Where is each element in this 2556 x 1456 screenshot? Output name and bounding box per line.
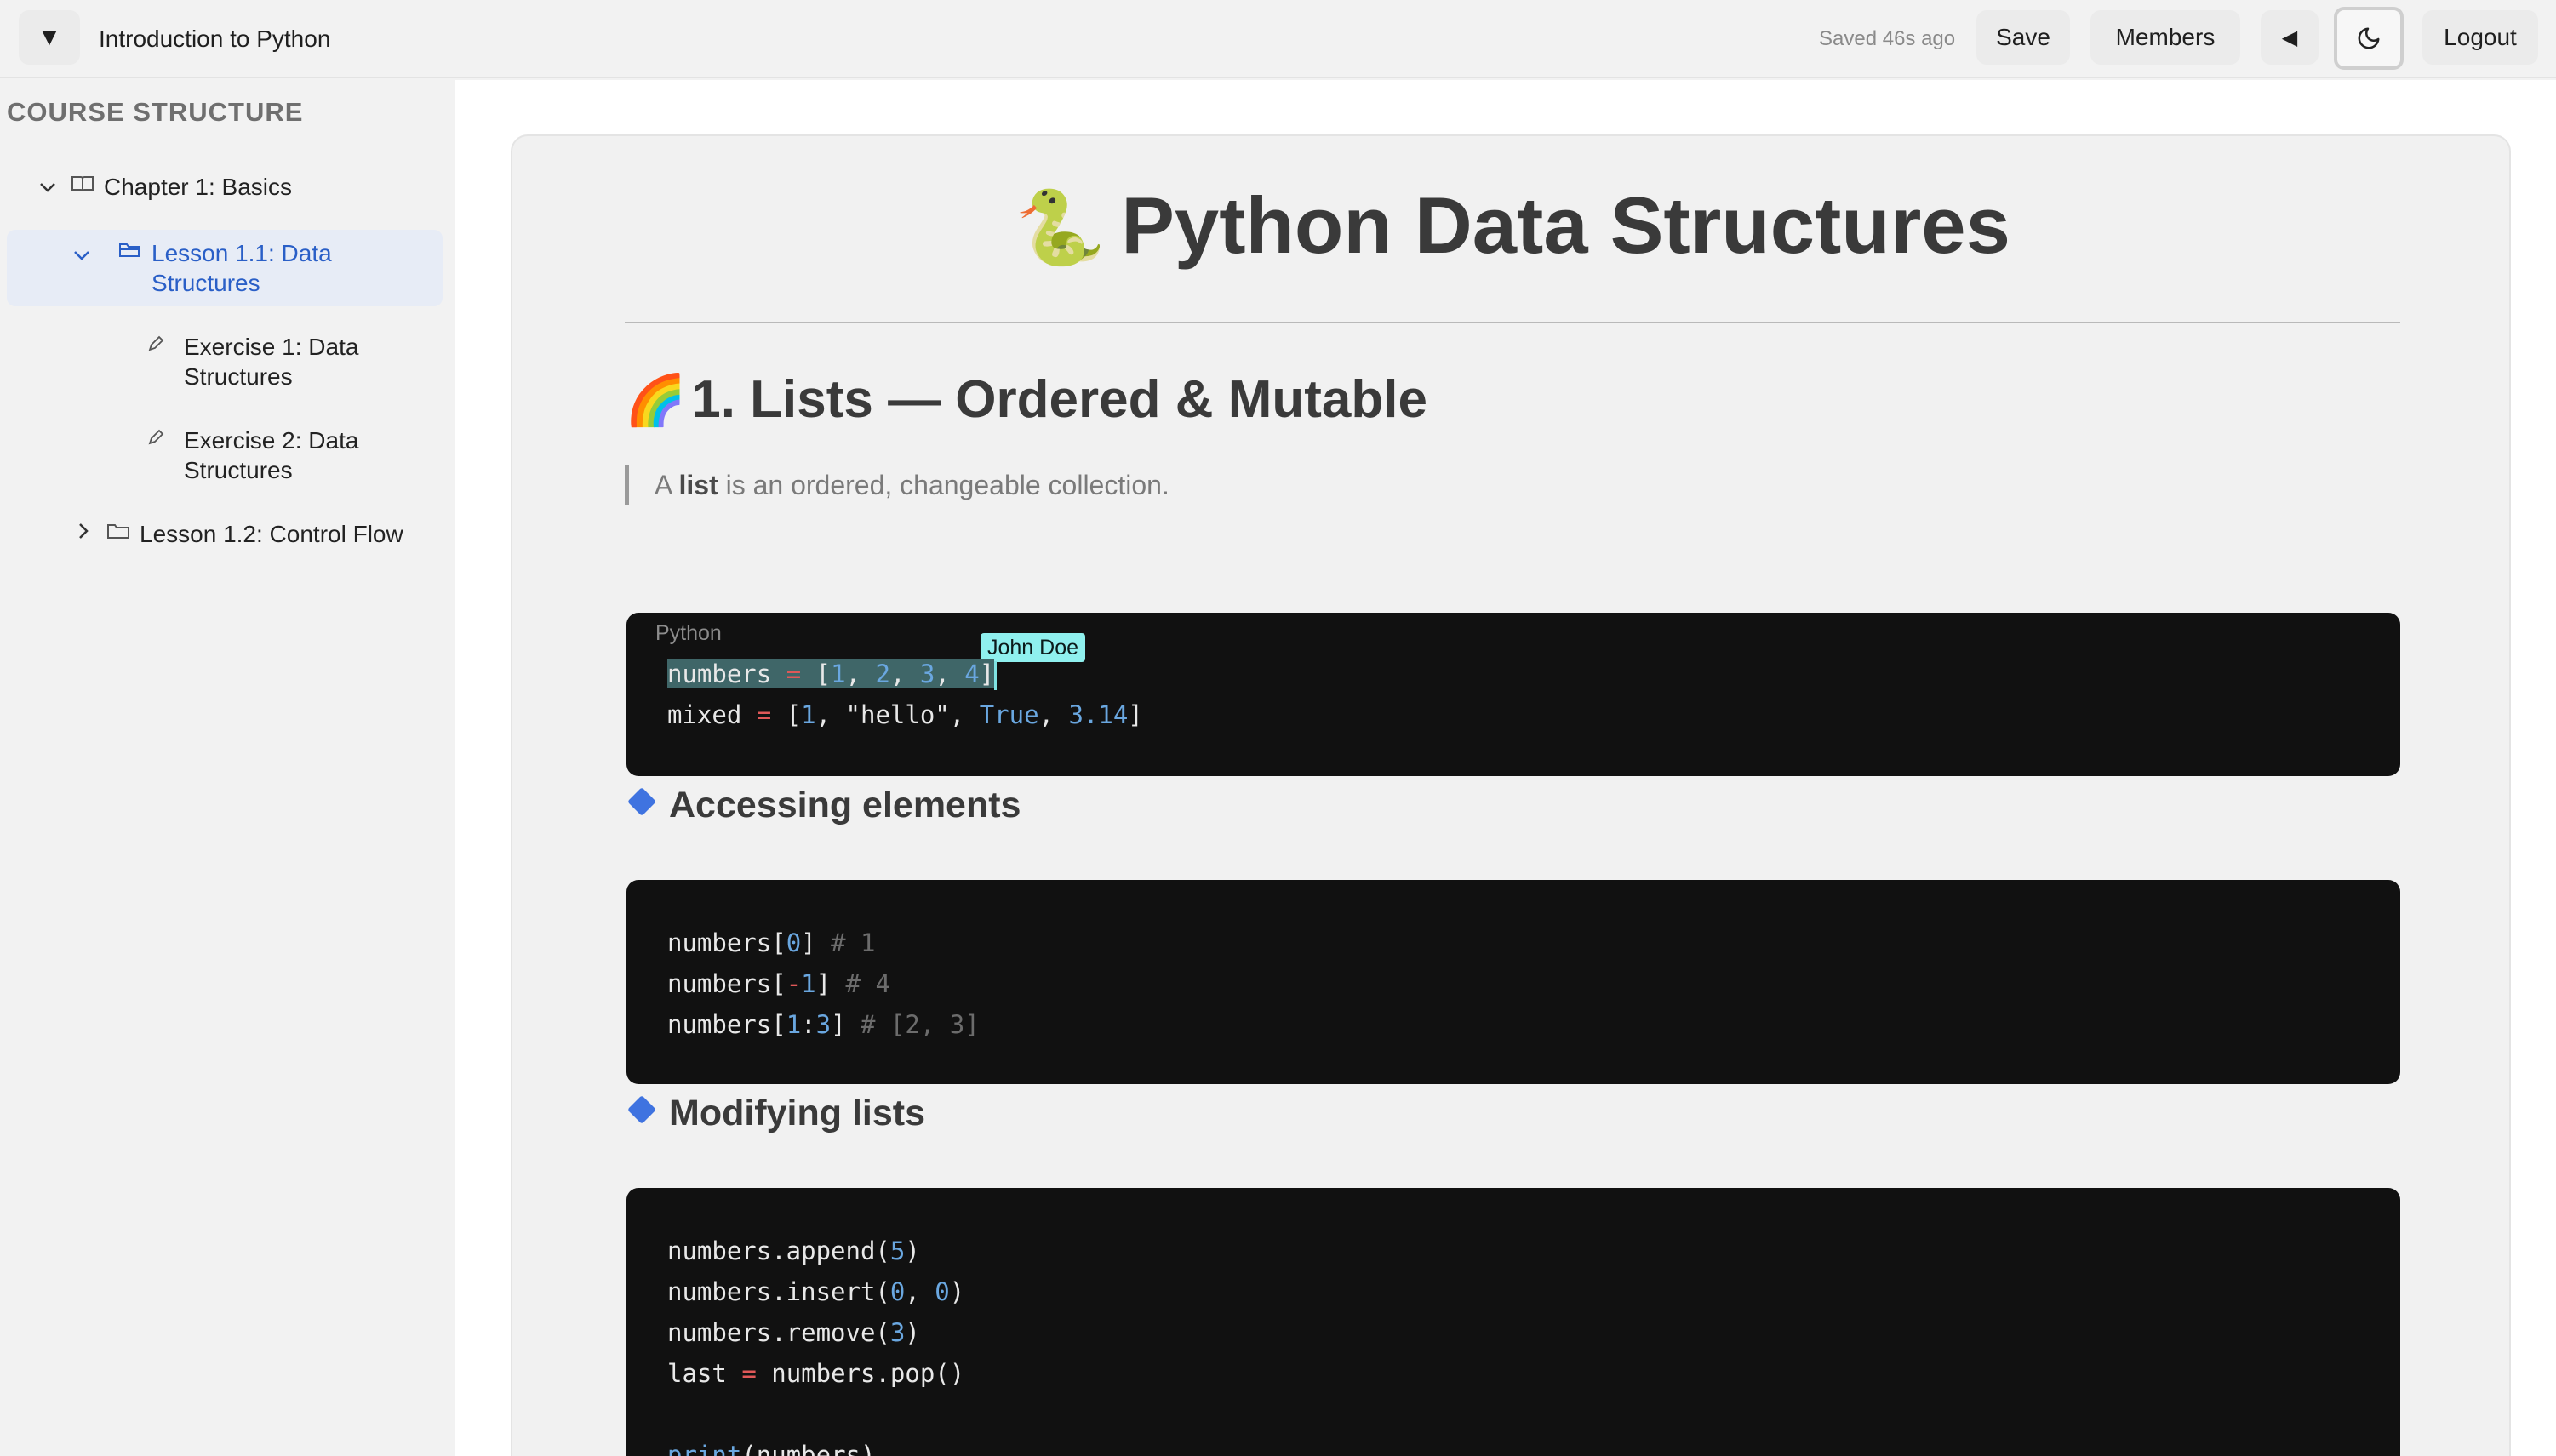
- code-line: numbers = [1, 2, 3, 4]: [667, 657, 998, 691]
- document-title-text: Python Data Structures: [1121, 180, 2010, 270]
- collapse-sidebar-button[interactable]: ◀: [2261, 10, 2319, 65]
- code-block-accessing[interactable]: numbers[0] # 1 numbers[-1] # 4 numbers[1…: [626, 880, 2400, 1084]
- subheading-accessing[interactable]: Accessing elements: [627, 781, 1021, 829]
- code-line: numbers.remove(3): [667, 1318, 920, 1347]
- code-line: mixed = [1, "hello", True, 3.14]: [667, 700, 1143, 729]
- code-language-label: Python: [655, 621, 722, 645]
- sidebar-item-label: Lesson 1.1: Data Structures: [152, 240, 332, 296]
- horizontal-rule: [625, 322, 2400, 323]
- top-bar: ▼ Introduction to Python Saved 46s ago S…: [0, 0, 2556, 78]
- blue-diamond-icon: [627, 787, 656, 816]
- pencil-icon: [143, 332, 169, 363]
- code-line: numbers[-1] # 4: [667, 969, 890, 998]
- document-editor[interactable]: 🐍 Python Data Structures 🌈1. Lists — Orde…: [511, 134, 2511, 1456]
- sidebar-item-label: Lesson 1.2: Control Flow: [140, 521, 403, 547]
- subheading-text: Accessing elements: [669, 785, 1021, 825]
- sidebar-item-lesson-1-2[interactable]: Lesson 1.2: Control Flow: [73, 519, 403, 550]
- logout-button[interactable]: Logout: [2422, 10, 2538, 65]
- sidebar-item-label: Exercise 1: Data Structures: [184, 334, 359, 390]
- code-line: last = numbers.pop(): [667, 1359, 965, 1388]
- chevron-down-icon[interactable]: [37, 172, 58, 203]
- code-line: numbers.append(5): [667, 1236, 920, 1265]
- section-heading[interactable]: 🌈1. Lists — Ordered & Mutable: [625, 366, 1427, 435]
- subheading-text: Modifying lists: [669, 1093, 925, 1133]
- save-status-text: Saved 46s ago: [1819, 27, 1956, 50]
- sidebar-item-exercise-1[interactable]: Exercise 1: Data Structures: [143, 332, 405, 391]
- sidebar-item-label: Chapter 1: Basics: [104, 174, 292, 200]
- code-line: numbers[1:3] # [2, 3]: [667, 1010, 980, 1039]
- sidebar-item-label: Exercise 2: Data Structures: [184, 427, 359, 483]
- pencil-icon: [143, 425, 169, 456]
- sidebar-heading: COURSE STRUCTURE: [7, 97, 304, 127]
- folder-open-icon: [117, 238, 143, 269]
- code-line: print(numbers): [667, 1441, 876, 1456]
- code-block-lists[interactable]: Python John Doe numbers = [1, 2, 3, 4] m…: [626, 613, 2400, 776]
- quote-suffix: is an ordered, changeable collection.: [725, 470, 1169, 500]
- code-block-modifying[interactable]: numbers.append(5) numbers.insert(0, 0) n…: [626, 1188, 2400, 1456]
- chevron-right-icon[interactable]: [73, 519, 94, 550]
- theme-toggle-button[interactable]: [2334, 7, 2404, 70]
- moon-icon: [2358, 27, 2380, 49]
- folder-icon: [106, 519, 131, 550]
- members-button[interactable]: Members: [2090, 10, 2240, 65]
- code-line: numbers[0] # 1: [667, 928, 876, 957]
- subheading-modifying[interactable]: Modifying lists: [627, 1089, 925, 1137]
- sidebar-item-chapter-1[interactable]: Chapter 1: Basics: [37, 172, 292, 203]
- chevron-down-icon[interactable]: [71, 240, 92, 271]
- quote-bold-word: list: [678, 470, 718, 500]
- course-title: Introduction to Python: [99, 26, 331, 52]
- code-line: numbers.insert(0, 0): [667, 1277, 965, 1306]
- collaborator-cursor: [994, 661, 998, 690]
- document-title[interactable]: 🐍 Python Data Structures: [512, 179, 2513, 275]
- blue-diamond-icon: [627, 1095, 656, 1124]
- quote-prefix: A: [655, 470, 672, 500]
- blockquote[interactable]: A list is an ordered, changeable collect…: [625, 465, 1169, 505]
- course-sidebar: COURSE STRUCTURE Chapter 1: Basics Lesso…: [0, 80, 455, 1456]
- menu-toggle-button[interactable]: ▼: [19, 10, 80, 65]
- main-content: 🐍 Python Data Structures 🌈1. Lists — Orde…: [455, 80, 2556, 1456]
- sidebar-item-lesson-1-1[interactable]: Lesson 1.1: Data Structures: [7, 230, 443, 306]
- book-icon: [70, 172, 95, 203]
- section-heading-text: 1. Lists — Ordered & Mutable: [691, 370, 1427, 429]
- rainbow-emoji: 🌈: [625, 373, 687, 428]
- save-button[interactable]: Save: [1976, 10, 2070, 65]
- sidebar-item-exercise-2[interactable]: Exercise 2: Data Structures: [143, 425, 405, 485]
- snake-emoji: 🐍: [1015, 187, 1106, 269]
